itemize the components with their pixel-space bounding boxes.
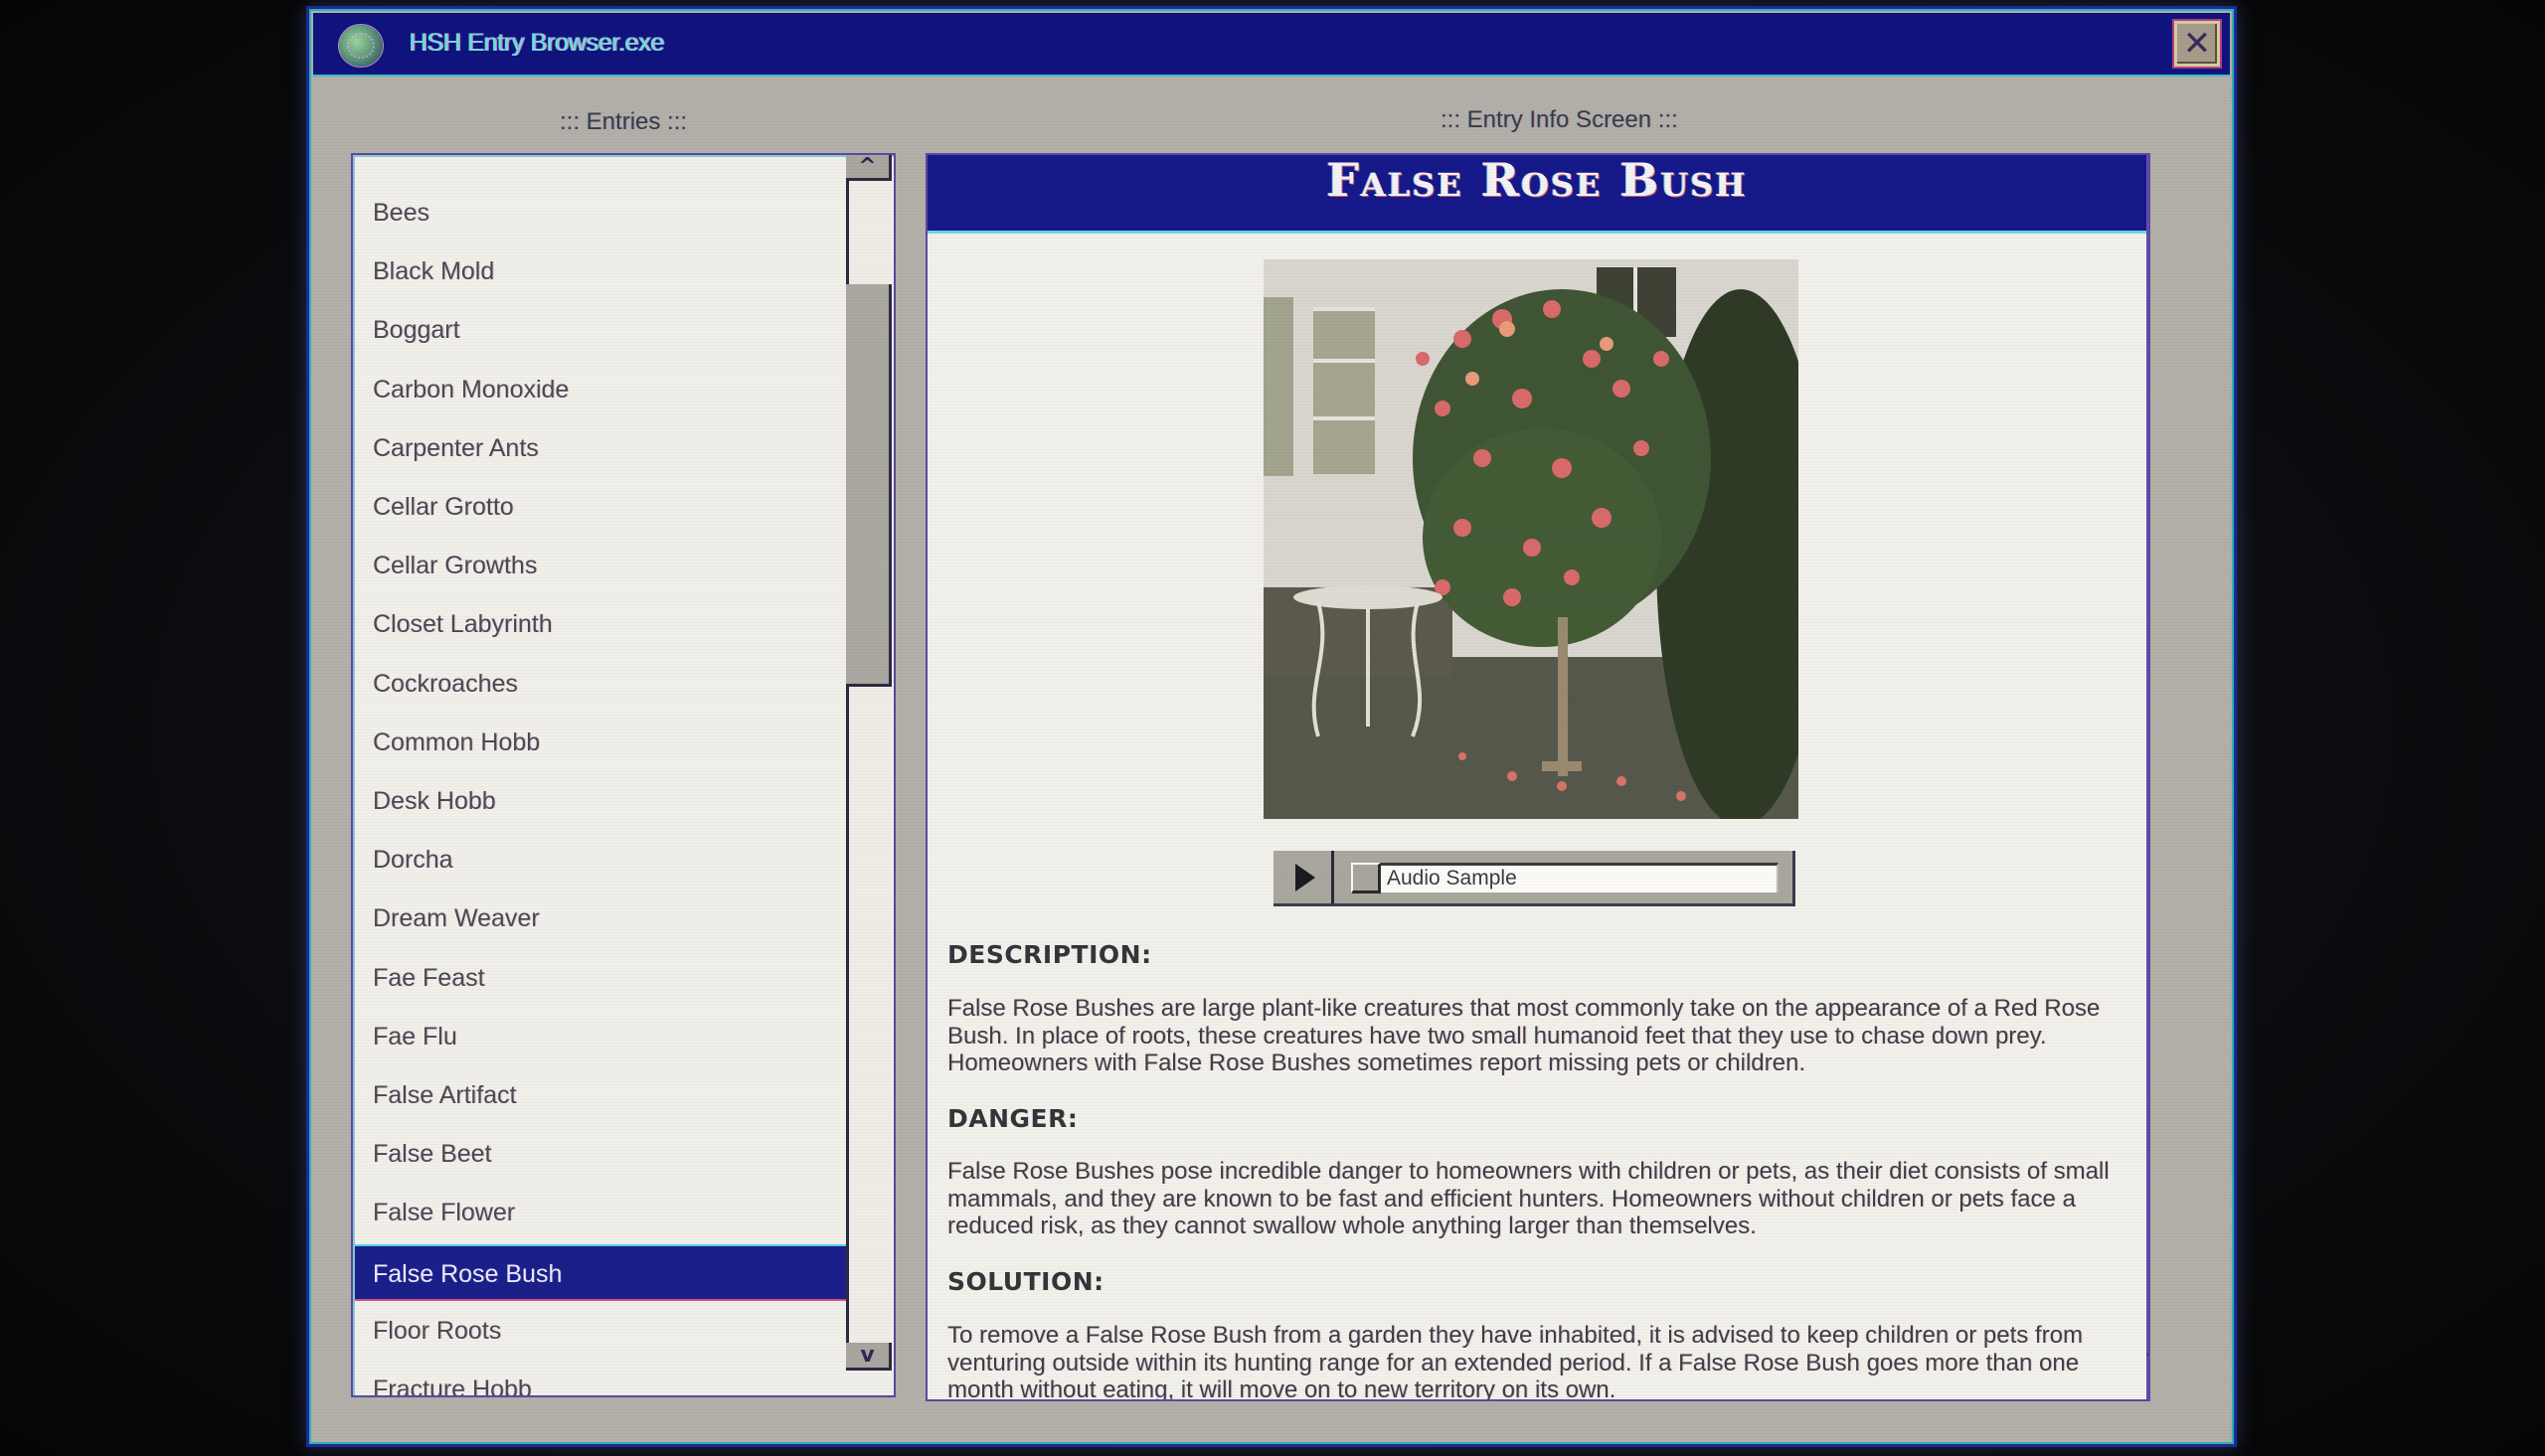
play-button[interactable] [1273,851,1334,903]
list-item-selected[interactable]: False Rose Bush [355,1243,848,1301]
list-item[interactable]: Closet Labyrinth [355,596,848,653]
description-heading: DESCRIPTION: [947,940,1152,969]
info-scroll-track-top[interactable] [2146,155,2148,193]
entry-title-banner: False Rose Bush [928,155,2146,234]
entries-label: ::: Entries ::: [560,108,688,135]
entry-info-panel: False Rose Bush Audio Sample DESCRIPTION… [926,153,2150,1401]
list-item[interactable]: Floor Roots [355,1303,848,1360]
list-item[interactable]: Black Mold [355,243,848,300]
scroll-down-button[interactable]: v [846,1343,892,1371]
danger-text: False Rose Bushes pose incredible danger… [947,1158,2110,1239]
info-scrollbar[interactable] [2146,155,2148,1399]
danger-heading: DANGER: [947,1104,1079,1133]
chevron-down-icon: v [860,1343,875,1368]
list-item[interactable]: Desk Hobb [355,773,848,830]
list-item[interactable]: Bees [355,185,848,242]
list-item[interactable]: Common Hobb [355,715,848,771]
list-item[interactable]: False Flower [355,1185,848,1241]
entries-list[interactable]: Bees Black Mold Boggart Carbon Monoxide Carp… [351,153,896,1397]
audio-label: Audio Sample [1387,867,1517,890]
entry-photo [1264,259,1798,819]
audio-progress[interactable]: Audio Sample [1351,863,1779,893]
info-scroll-track-bottom[interactable] [2146,1356,2148,1399]
solution-heading: SOLUTION: [947,1267,1104,1296]
chevron-up-icon: ^ [858,154,877,179]
list-item[interactable]: Carpenter Ants [355,420,848,477]
rose-bush-photo [1264,259,1798,819]
scroll-thumb[interactable] [846,284,892,687]
entry-title: False Rose Bush [1326,153,1748,207]
entries-scrollbar[interactable]: ^ v [846,155,894,1395]
app-window: HSH Entry Browser.exe ✕ ::: Entries ::: … [306,6,2237,1447]
scroll-track-lower[interactable] [846,687,890,1343]
list-item[interactable]: Fracture Hobb [355,1362,848,1395]
list-item[interactable]: Dream Weaver [355,890,848,947]
list-item[interactable]: False Artifact [355,1067,848,1124]
list-item[interactable]: Carbon Monoxide [355,362,848,418]
list-item[interactable]: Boggart [355,302,848,359]
play-icon [1295,863,1315,891]
scroll-track-upper[interactable] [846,181,890,284]
globe-icon [339,25,383,67]
list-item[interactable]: Cellar Growths [355,538,848,594]
info-scroll-thumb[interactable] [2146,193,2148,1356]
title-bar[interactable]: HSH Entry Browser.exe ✕ [313,13,2230,77]
audio-checkbox[interactable] [1351,863,1381,893]
close-button[interactable]: ✕ [2174,21,2220,67]
window-title: HSH Entry Browser.exe [410,29,665,57]
entry-info-label: ::: Entry Info Screen ::: [1441,106,1678,133]
solution-text: To remove a False Rose Bush from a garde… [947,1322,2083,1401]
list-item[interactable]: Fae Feast [355,950,848,1007]
list-item[interactable]: False Beet [355,1126,848,1183]
scroll-up-button[interactable]: ^ [846,155,892,181]
audio-player: Audio Sample [1273,851,1795,906]
description-text: False Rose Bushes are large plant-like c… [947,995,2101,1076]
list-item[interactable]: Cellar Grotto [355,479,848,536]
list-item[interactable]: Cockroaches [355,656,848,713]
list-item[interactable]: Fae Flu [355,1009,848,1065]
list-item[interactable]: Dorcha [355,832,848,889]
close-icon: ✕ [2182,24,2212,64]
